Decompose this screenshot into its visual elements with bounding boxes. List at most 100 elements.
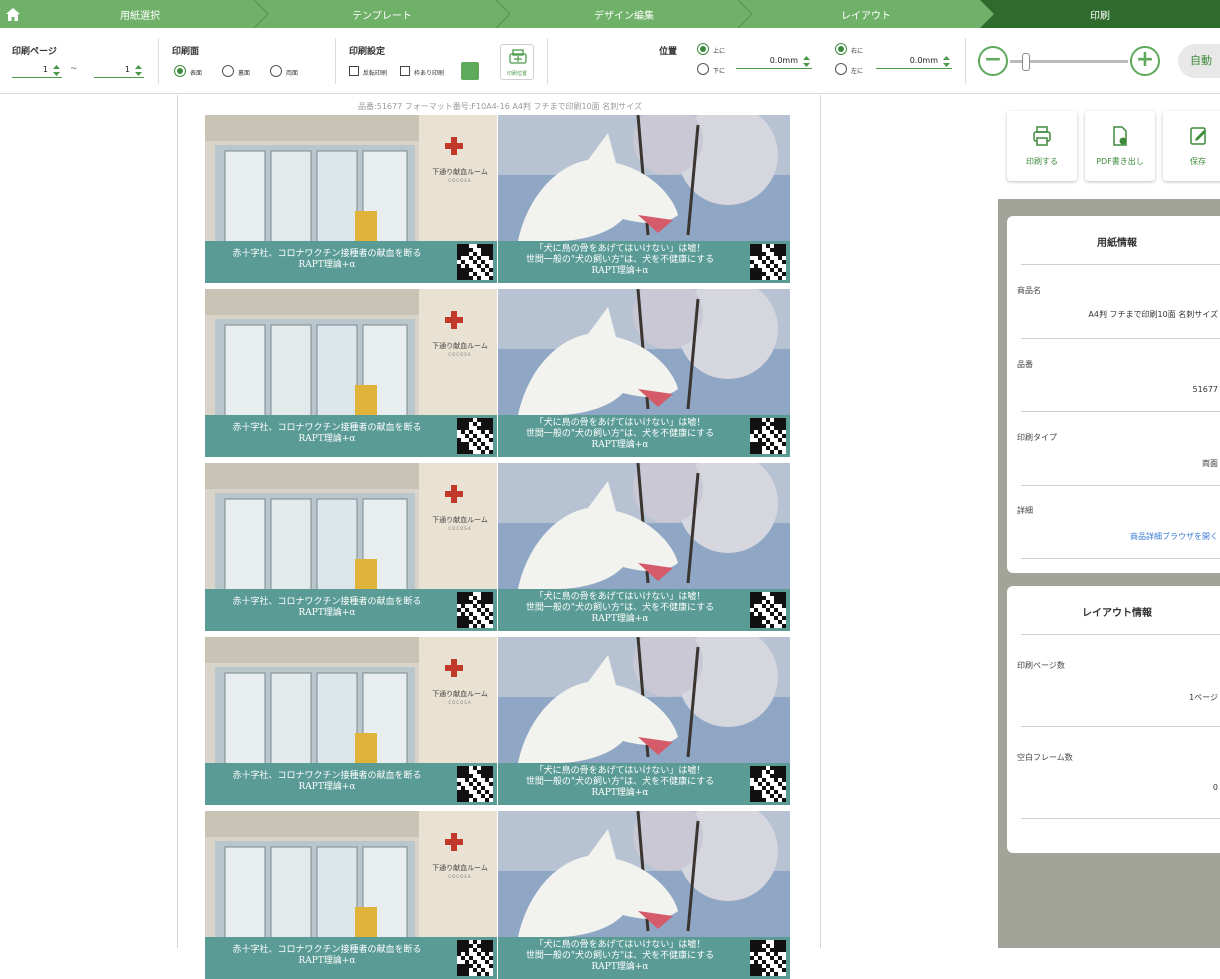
- stepper-arrows-icon[interactable]: [802, 55, 811, 68]
- zoom-in-button[interactable]: +: [1130, 46, 1160, 76]
- save-icon: [1190, 127, 1206, 145]
- blank-frames-value: 0: [1212, 783, 1218, 792]
- card-dog[interactable]: 「犬に鳥の骨をあげてはいけない」は嘘！ 世間一般の"犬の飼い方"は、犬を不健康にす…: [498, 289, 790, 457]
- print-position-icon: [509, 49, 527, 64]
- blank-frames-label: 空白フレーム数: [1017, 753, 1073, 762]
- card-banner: 赤十字社、コロナワクチン接種者の献血を断る RAPT理論+α: [205, 589, 497, 631]
- qr-code: [457, 244, 493, 280]
- banner-line2: RAPT理論+α: [298, 782, 356, 792]
- reverse-print-checkbox[interactable]: [349, 66, 359, 76]
- card-clinic[interactable]: 下通り献血ルーム COCOSA 赤十字社、コロナワクチン接種者の献血を断る RAPT理…: [205, 115, 497, 283]
- radio-up-label: 上に: [713, 48, 726, 55]
- step-layout[interactable]: レイアウト: [752, 0, 980, 28]
- print-type-value: 両面: [1202, 459, 1218, 468]
- step-separator: [496, 0, 510, 28]
- vertical-offset-stepper[interactable]: 0.0mm: [736, 55, 812, 69]
- card-clinic[interactable]: 下通り献血ルーム COCOSA 赤十字社、コロナワクチン接種者の献血を断る RAPT理…: [205, 811, 497, 979]
- card-banner: 赤十字社、コロナワクチン接種者の献血を断る RAPT理論+α: [205, 415, 497, 457]
- pdf-export-button[interactable]: PDF書き出し: [1085, 111, 1155, 181]
- toolbar-divider: [158, 38, 159, 84]
- step-print[interactable]: 印刷: [980, 0, 1220, 28]
- banner-line1: 「犬に鳥の骨をあげてはいけない」は嘘！: [534, 592, 706, 602]
- banner-line3: RAPT理論+α: [591, 962, 649, 972]
- banner-line1: 赤十字社、コロナワクチン接種者の献血を断る: [232, 597, 422, 607]
- print-button[interactable]: 印刷する: [1007, 111, 1077, 181]
- qr-code: [750, 940, 786, 976]
- clinic-sign: 下通り献血ルーム: [432, 690, 488, 698]
- card-dog[interactable]: 「犬に鳥の骨をあげてはいけない」は嘘！ 世間一般の"犬の飼い方"は、犬を不健康にす…: [498, 637, 790, 805]
- radio-down[interactable]: [697, 63, 709, 75]
- radio-left[interactable]: [835, 63, 847, 75]
- clinic-sign-sub: COCOSA: [448, 874, 472, 879]
- radio-both-label: 両面: [286, 70, 299, 77]
- banner-line2: RAPT理論+α: [298, 260, 356, 270]
- page-from-stepper[interactable]: 1: [12, 64, 62, 78]
- step-paper-select[interactable]: 用紙選択: [26, 0, 254, 28]
- save-button-label: 保存: [1190, 157, 1206, 166]
- qr-code: [457, 418, 493, 454]
- stepper-arrows-icon[interactable]: [52, 64, 61, 77]
- toolbar-divider: [335, 38, 336, 84]
- auto-fit-button[interactable]: 自動: [1178, 44, 1220, 78]
- step-separator: [738, 0, 752, 28]
- radio-right[interactable]: [835, 43, 847, 55]
- radio-back-label: 裏面: [238, 70, 251, 77]
- home-button[interactable]: [0, 0, 26, 28]
- print-type-label: 印刷タイプ: [1017, 433, 1057, 442]
- card-clinic[interactable]: 下通り献血ルーム COCOSA 赤十字社、コロナワクチン接種者の献血を断る RAPT理…: [205, 289, 497, 457]
- print-pages-group: 印刷ページ 1 ~ 1: [0, 28, 158, 94]
- divider: [1021, 726, 1220, 727]
- card-banner: 「犬に鳥の骨をあげてはいけない」は嘘！ 世間一般の"犬の飼い方"は、犬を不健康にす…: [498, 241, 790, 283]
- product-detail-link[interactable]: 商品詳細ブラウザを開く: [1130, 531, 1218, 542]
- card-banner: 赤十字社、コロナワクチン接種者の献血を断る RAPT理論+α: [205, 763, 497, 805]
- radio-back[interactable]: [222, 65, 234, 77]
- banner-line2: RAPT理論+α: [298, 434, 356, 444]
- print-settings-label: 印刷設定: [349, 47, 386, 57]
- card-dog[interactable]: 「犬に鳥の骨をあげてはいけない」は嘘！ 世間一般の"犬の飼い方"は、犬を不健康にす…: [498, 115, 790, 283]
- pdf-export-label: PDF書き出し: [1096, 157, 1144, 166]
- step-design-edit[interactable]: デザイン編集: [510, 0, 738, 28]
- stepper-arrows-icon[interactable]: [942, 55, 951, 68]
- qr-code: [457, 766, 493, 802]
- banner-line3: RAPT理論+α: [591, 440, 649, 450]
- card-clinic[interactable]: 下通り献血ルーム COCOSA 赤十字社、コロナワクチン接種者の献血を断る RAPT理…: [205, 463, 497, 631]
- frame-print-label: 枠あり印刷: [414, 70, 445, 77]
- print-side-group: 印刷面 表面 裏面 両面: [160, 28, 335, 94]
- banner-line1: 「犬に鳥の骨をあげてはいけない」は嘘！: [534, 766, 706, 776]
- zoom-slider-thumb[interactable]: [1022, 53, 1030, 71]
- paper-info-title: 用紙情報: [1097, 238, 1137, 249]
- info-sidebar: 用紙情報 商品名 A4判 フチまで印刷10面 名刺サイズ 品番 51677 印刷…: [998, 199, 1220, 948]
- card-dog[interactable]: 「犬に鳥の骨をあげてはいけない」は嘘！ 世間一般の"犬の飼い方"は、犬を不健康にす…: [498, 463, 790, 631]
- step-template[interactable]: テンプレート: [268, 0, 496, 28]
- reverse-print-label: 反転印刷: [363, 70, 388, 77]
- frame-color-swatch[interactable]: [461, 62, 479, 80]
- banner-line1: 赤十字社、コロナワクチン接種者の献血を断る: [232, 945, 422, 955]
- card-banner: 「犬に鳥の骨をあげてはいけない」は嘘！ 世間一般の"犬の飼い方"は、犬を不健康にす…: [498, 589, 790, 631]
- clinic-sign-sub: COCOSA: [448, 526, 472, 531]
- radio-front[interactable]: [174, 65, 186, 77]
- radio-both[interactable]: [270, 65, 282, 77]
- horizontal-offset-stepper[interactable]: 0.0mm: [876, 55, 952, 69]
- card-clinic[interactable]: 下通り献血ルーム COCOSA 赤十字社、コロナワクチン接種者の献血を断る RAPT理…: [205, 637, 497, 805]
- frame-print-checkbox[interactable]: [400, 66, 410, 76]
- range-tilde: ~: [70, 64, 78, 74]
- product-name-value: A4判 フチまで印刷10面 名刺サイズ: [1088, 310, 1218, 319]
- qr-code: [457, 940, 493, 976]
- page-to-stepper[interactable]: 1: [94, 64, 144, 78]
- print-position-button[interactable]: 印刷位置: [500, 44, 534, 80]
- radio-up[interactable]: [697, 43, 709, 55]
- clinic-sign: 下通り献血ルーム: [432, 864, 488, 872]
- banner-line1: 「犬に鳥の骨をあげてはいけない」は嘘！: [534, 244, 706, 254]
- clinic-sign: 下通り献血ルーム: [432, 516, 488, 524]
- zoom-group: − + 自動: [966, 28, 1220, 94]
- card-banner: 「犬に鳥の骨をあげてはいけない」は嘘！ 世間一般の"犬の飼い方"は、犬を不健康にす…: [498, 937, 790, 979]
- clinic-sign: 下通り献血ルーム: [432, 342, 488, 350]
- clinic-sign: 下通り献血ルーム: [432, 168, 488, 176]
- layout-info-title: レイアウト情報: [1082, 608, 1152, 619]
- clinic-sign-sub: COCOSA: [448, 352, 472, 357]
- zoom-out-button[interactable]: −: [978, 46, 1008, 76]
- banner-line2: 世間一般の"犬の飼い方"は、犬を不健康にする: [525, 603, 715, 613]
- stepper-arrows-icon[interactable]: [134, 64, 143, 77]
- save-button[interactable]: 保存: [1163, 111, 1220, 181]
- card-dog[interactable]: 「犬に鳥の骨をあげてはいけない」は嘘！ 世間一般の"犬の飼い方"は、犬を不健康にす…: [498, 811, 790, 979]
